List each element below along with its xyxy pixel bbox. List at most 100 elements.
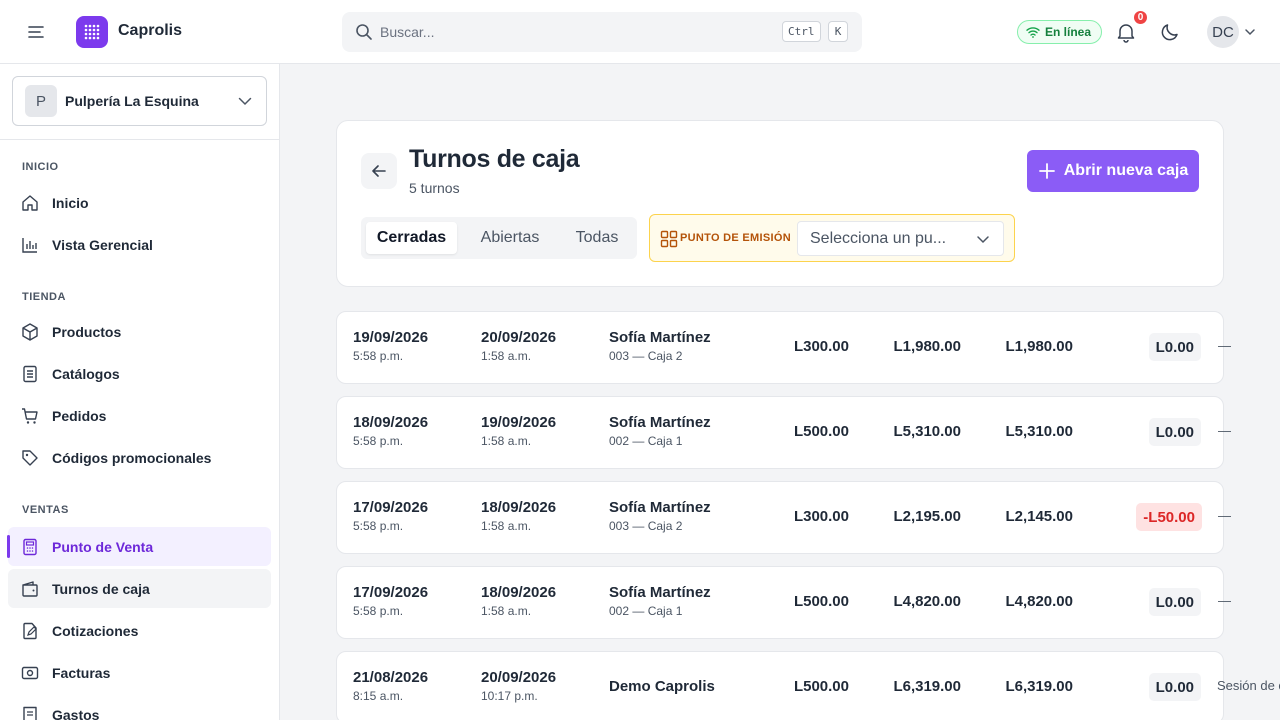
shift-row[interactable]: 17/09/2026 5:58 p.m. 18/09/2026 1:58 a.m. So… xyxy=(336,481,1224,554)
register-name: 002 — Caja 1 xyxy=(609,604,683,618)
close-date: 20/09/2026 xyxy=(481,669,557,686)
open-datetime: 17/09/2026 5:58 p.m. xyxy=(353,499,428,533)
shift-row[interactable]: 21/08/2026 8:15 a.m. 20/09/2026 10:17 p.m. D… xyxy=(336,651,1224,720)
cashier-name: Sofía Martínez xyxy=(609,329,711,346)
opening-amount: L500.00 xyxy=(793,423,849,440)
open-date: 17/09/2026 xyxy=(353,584,429,601)
store-selector[interactable]: P Pulpería La Esquina xyxy=(12,76,267,126)
open-datetime: 21/08/2026 8:15 a.m. xyxy=(353,669,428,703)
counted-amount: L2,145.00 xyxy=(1005,508,1073,525)
emission-point-filter: PUNTO DE EMISIÓN Selecciona un pu... xyxy=(649,214,1015,262)
shift-note: — xyxy=(1218,338,1231,353)
sidebar-item-label: Gastos xyxy=(52,706,100,720)
counted-amount: L4,820.00 xyxy=(1005,593,1073,610)
open-datetime: 18/09/2026 5:58 p.m. xyxy=(353,414,428,448)
shift-note: Sesión de c xyxy=(1217,678,1280,693)
open-new-register-label: Abrir nueva caja xyxy=(1063,162,1189,179)
close-time: 1:58 a.m. xyxy=(481,519,532,533)
arrow-left-icon xyxy=(372,165,386,177)
difference-badge: L0.00 xyxy=(1148,673,1201,701)
shift-row[interactable]: 17/09/2026 5:58 p.m. 18/09/2026 1:58 a.m. So… xyxy=(336,566,1224,639)
brand-logo[interactable] xyxy=(76,16,108,48)
register-name: 003 — Caja 2 xyxy=(609,519,683,533)
difference-badge: L0.00 xyxy=(1148,418,1201,446)
expected-amount: L1,980.00 xyxy=(893,338,961,355)
sidebar-item-productos[interactable]: Productos xyxy=(8,312,271,351)
sidebar-item-catalogos[interactable]: Catálogos xyxy=(8,354,271,393)
document-edit-icon xyxy=(20,621,40,641)
cashier-name: Sofía Martínez xyxy=(609,584,711,601)
open-time: 5:58 p.m. xyxy=(353,434,404,448)
shift-row[interactable]: 18/09/2026 5:58 p.m. 19/09/2026 1:58 a.m. So… xyxy=(336,396,1224,469)
status-tabs: Cerradas Abiertas Todas xyxy=(361,217,637,259)
sidebar-item-punto-de-venta[interactable]: Punto de Venta xyxy=(7,527,271,566)
notification-count-badge: 0 xyxy=(1133,10,1148,25)
dark-mode-moon-icon[interactable] xyxy=(1158,20,1182,44)
open-date: 17/09/2026 xyxy=(353,499,429,516)
cashier-info: Demo Caprolis xyxy=(609,678,715,695)
open-new-register-button[interactable]: Abrir nueva caja xyxy=(1027,150,1199,192)
page-header-card: Turnos de caja 5 turnos Abrir nueva caja… xyxy=(336,120,1224,287)
opening-amount: L500.00 xyxy=(793,678,849,695)
open-datetime: 19/09/2026 5:58 p.m. xyxy=(353,329,428,363)
opening-amount: L300.00 xyxy=(793,338,849,355)
notifications-bell-icon[interactable] xyxy=(1114,20,1138,44)
open-datetime: 17/09/2026 5:58 p.m. xyxy=(353,584,428,618)
kbd-k: K xyxy=(828,21,848,42)
close-date: 20/09/2026 xyxy=(481,329,557,346)
shift-note: — xyxy=(1218,508,1231,523)
sidebar-item-turnos-de-caja[interactable]: Turnos de caja xyxy=(8,569,271,608)
sidebar-item-label: Punto de Venta xyxy=(52,538,154,555)
sidebar-item-label: Vista Gerencial xyxy=(52,236,153,253)
shift-note: — xyxy=(1218,593,1231,608)
search-bar[interactable]: Ctrl K xyxy=(342,12,862,52)
cashier-name: Demo Caprolis xyxy=(609,678,715,695)
bar-chart-icon xyxy=(20,235,40,255)
shopping-cart-icon xyxy=(20,406,40,426)
sidebar-item-inicio[interactable]: Inicio xyxy=(8,183,271,222)
difference-badge: -L50.00 xyxy=(1136,503,1202,531)
kbd-ctrl: Ctrl xyxy=(782,21,821,42)
close-datetime: 19/09/2026 1:58 a.m. xyxy=(481,414,556,448)
close-datetime: 18/09/2026 1:58 a.m. xyxy=(481,584,556,618)
sidebar-item-label: Productos xyxy=(52,323,122,340)
sidebar-item-facturas[interactable]: Facturas xyxy=(8,653,271,692)
top-bar: Caprolis Ctrl K En línea 0 DC xyxy=(0,0,1280,64)
menu-icon[interactable] xyxy=(24,20,48,44)
user-avatar[interactable]: DC xyxy=(1207,16,1239,48)
difference-badge: L0.00 xyxy=(1148,588,1201,616)
close-time: 1:58 a.m. xyxy=(481,604,532,618)
search-input[interactable] xyxy=(380,24,760,40)
box-icon xyxy=(20,322,40,342)
close-datetime: 20/09/2026 10:17 p.m. xyxy=(481,669,556,703)
banknote-icon xyxy=(20,663,40,683)
sidebar-item-label: Turnos de caja xyxy=(52,580,150,597)
plus-icon xyxy=(1038,163,1055,179)
sidebar-item-vista-gerencial[interactable]: Vista Gerencial xyxy=(8,225,271,264)
chevron-down-icon[interactable] xyxy=(1243,25,1257,39)
close-time: 1:58 a.m. xyxy=(481,349,532,363)
tab-todas[interactable]: Todas xyxy=(563,222,631,254)
store-name: Pulpería La Esquina xyxy=(65,93,199,109)
expected-amount: L4,820.00 xyxy=(893,593,961,610)
sidebar-item-label: Pedidos xyxy=(52,407,107,424)
sidebar-item-cotizaciones[interactable]: Cotizaciones xyxy=(8,611,271,650)
chevron-down-icon xyxy=(977,236,989,244)
shift-note: — xyxy=(1218,423,1231,438)
sidebar-item-codigos-promocionales[interactable]: Códigos promocionales xyxy=(8,438,271,477)
close-date: 19/09/2026 xyxy=(481,414,557,431)
open-date: 19/09/2026 xyxy=(353,329,429,346)
emission-point-select[interactable]: Selecciona un pu... xyxy=(797,221,1004,256)
sidebar-item-label: Catálogos xyxy=(52,365,120,382)
sidebar-item-gastos[interactable]: Gastos xyxy=(8,695,271,720)
back-button[interactable] xyxy=(361,153,397,189)
tab-cerradas[interactable]: Cerradas xyxy=(366,222,457,254)
sidebar-item-pedidos[interactable]: Pedidos xyxy=(8,396,271,435)
counted-amount: L5,310.00 xyxy=(1005,423,1073,440)
tab-abiertas[interactable]: Abiertas xyxy=(465,222,555,254)
shift-row[interactable]: 19/09/2026 5:58 p.m. 20/09/2026 1:58 a.m. So… xyxy=(336,311,1224,384)
expected-amount: L6,319.00 xyxy=(893,678,961,695)
status-label: En línea xyxy=(1045,25,1092,39)
brand-name[interactable]: Caprolis xyxy=(118,22,182,40)
open-time: 5:58 p.m. xyxy=(353,604,404,618)
